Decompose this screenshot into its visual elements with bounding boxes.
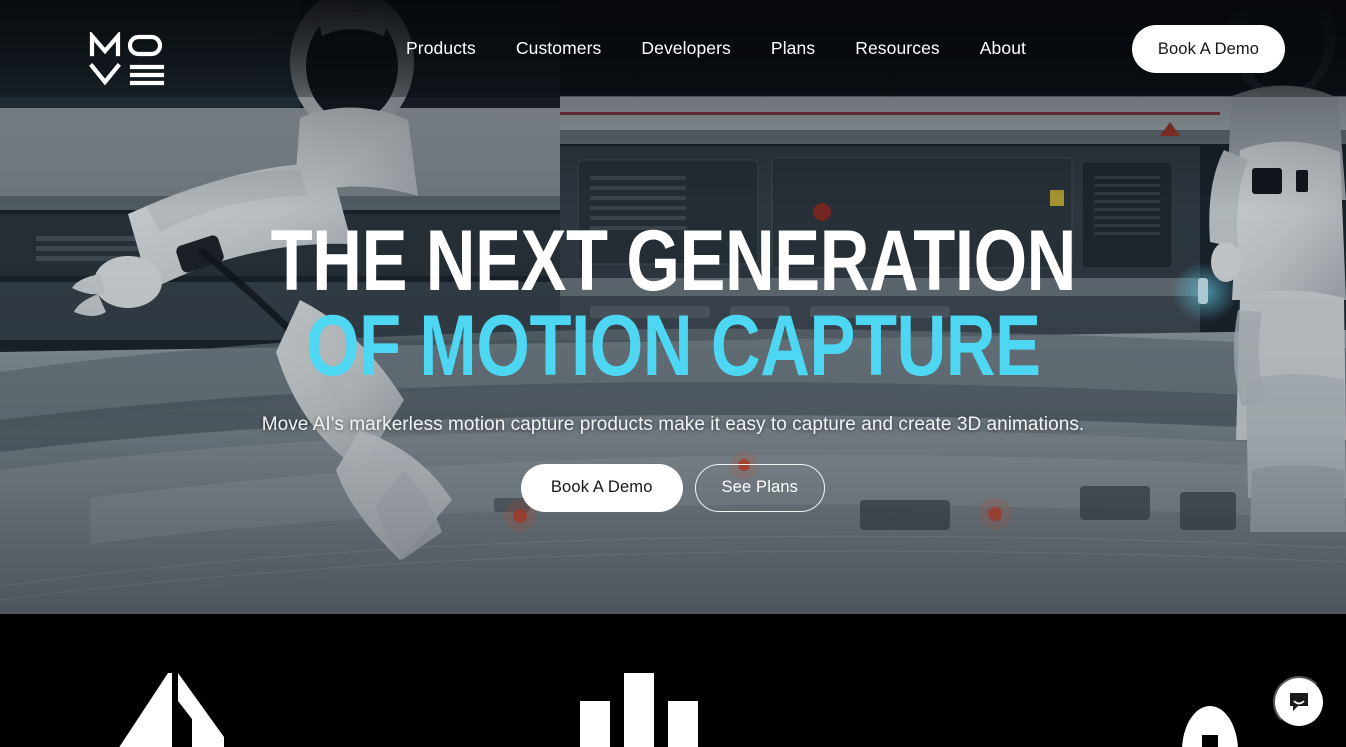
nav-item-customers[interactable]: Customers <box>516 32 602 65</box>
hero-book-demo-button[interactable]: Book A Demo <box>520 463 683 512</box>
hero-headline-line-1: THE NEXT GENERATION <box>270 213 1076 309</box>
partner-logo-row: FLYING <box>0 614 1346 747</box>
hero-subheadline: Move AI's markerless motion capture prod… <box>261 413 1085 435</box>
brand-logo-bars-mark[interactable] <box>568 639 718 747</box>
hero-cta-row: Book A Demo See Plans <box>520 463 826 512</box>
chat-bubble-icon[interactable] <box>1273 676 1325 728</box>
nav-item-developers[interactable]: Developers <box>641 32 731 65</box>
hero-headline-line-2: OF MOTION CAPTURE <box>305 297 1041 394</box>
brand-logo-flying[interactable]: FLYING <box>307 639 507 747</box>
chat-bubble-glyph <box>1290 693 1308 711</box>
brand-logo-circle-mark[interactable] <box>778 639 918 747</box>
brand-logo-chevron-mark[interactable] <box>96 639 246 747</box>
brand-logo-screen-mark[interactable] <box>979 639 1109 747</box>
hero-headline: THE NEXT GENERATION OF MOTION CAPTURE <box>270 213 1076 394</box>
header-book-demo-button[interactable]: Book A Demo <box>1131 25 1285 73</box>
nav-item-about[interactable]: About <box>980 32 1026 65</box>
partner-logo-strip: FLYING <box>0 614 1346 747</box>
nav-item-products[interactable]: Products <box>406 32 476 65</box>
nav-item-plans[interactable]: Plans <box>771 32 815 65</box>
primary-navigation[interactable]: Products Customers Developers Plans Reso… <box>406 0 1026 97</box>
hero-see-plans-button[interactable]: See Plans <box>694 463 826 512</box>
site-header: Products Customers Developers Plans Reso… <box>0 0 1346 97</box>
page-root: Products Customers Developers Plans Reso… <box>0 0 1346 747</box>
hero-section: Products Customers Developers Plans Reso… <box>0 0 1346 614</box>
brand-logo-oval-mark[interactable] <box>1170 639 1250 747</box>
nav-item-resources[interactable]: Resources <box>855 32 940 65</box>
move-wordmark-logo[interactable] <box>88 30 168 88</box>
